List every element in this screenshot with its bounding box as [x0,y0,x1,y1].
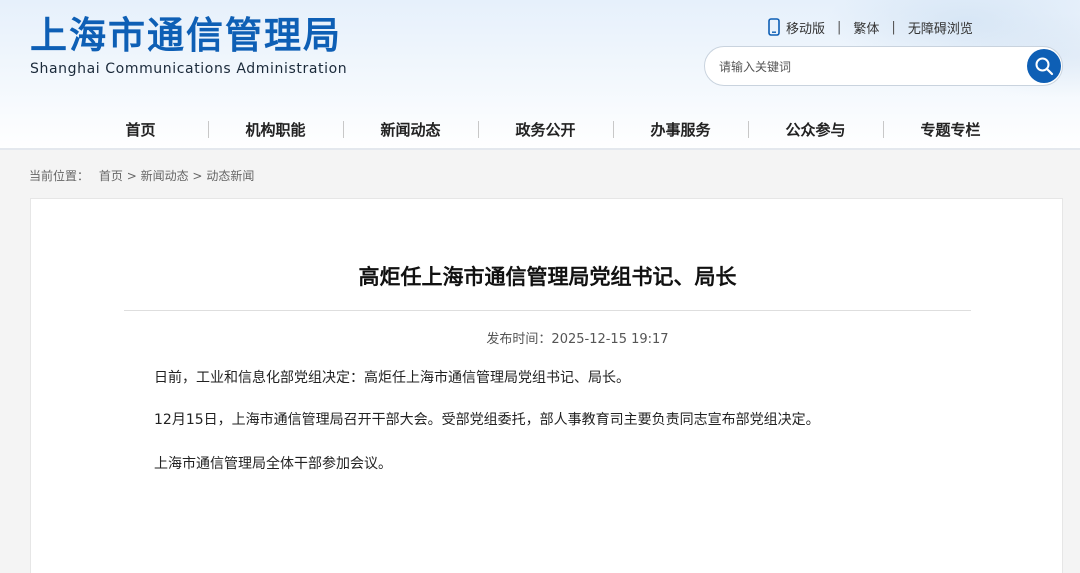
main-nav: 首页 机构职能 新闻动态 政务公开 办事服务 公众参与 专题专栏 [0,110,1080,150]
article-paragraph: 日前，工业和信息化部党组决定：高炬任上海市通信管理局党组书记、局长。 [154,370,630,386]
article-card: 高炬任上海市通信管理局党组书记、局长 发布时间：2025-12-15 19:17… [30,198,1063,573]
traditional-chinese-link[interactable]: 繁体 [853,18,879,37]
site-logo-english[interactable]: Shanghai Communications Administration [30,61,347,77]
breadcrumb-separator: > [192,169,203,183]
breadcrumb-separator: > [126,169,137,183]
breadcrumb-current[interactable]: 动态新闻 [206,169,254,183]
nav-item-government-affairs[interactable]: 政务公开 [478,119,613,140]
article-paragraph: 上海市通信管理局全体干部参加会议。 [154,456,392,472]
accessible-browsing-link[interactable]: 无障碍浏览 [908,18,973,37]
link-separator: | [891,19,896,35]
search-box [704,46,1063,86]
mobile-phone-icon [768,18,780,36]
breadcrumb: 当前位置： 首页 > 新闻动态 > 动态新闻 [29,167,254,184]
publish-time: 发布时间：2025-12-15 19:17 [31,328,1080,347]
publish-time-value: 2025-12-15 19:17 [551,332,669,347]
nav-item-home[interactable]: 首页 [73,119,208,140]
nav-item-services[interactable]: 办事服务 [613,119,748,140]
site-logo-chinese[interactable]: 上海市通信管理局 [30,14,342,58]
breadcrumb-home[interactable]: 首页 [99,169,123,183]
nav-item-news[interactable]: 新闻动态 [343,119,478,140]
article-paragraph: 12月15日，上海市通信管理局召开干部大会。受部党组委托，部人事教育司主要负责同… [154,412,820,428]
title-divider [124,310,971,311]
article-title: 高炬任上海市通信管理局党组书记、局长 [358,265,737,289]
breadcrumb-label: 当前位置： [29,169,90,183]
search-button[interactable] [1027,49,1061,83]
breadcrumb-news[interactable]: 新闻动态 [141,169,189,183]
publish-time-label: 发布时间： [486,332,552,347]
nav-item-special-topics[interactable]: 专题专栏 [883,119,1018,140]
nav-item-functions[interactable]: 机构职能 [208,119,343,140]
top-links: 移动版 | 繁体 | 无障碍浏览 [768,16,973,38]
nav-item-public-participation[interactable]: 公众参与 [748,119,883,140]
mobile-version-link[interactable]: 移动版 [786,18,825,37]
link-separator: | [837,19,842,35]
search-input[interactable] [719,56,1019,78]
search-icon [1035,57,1054,76]
